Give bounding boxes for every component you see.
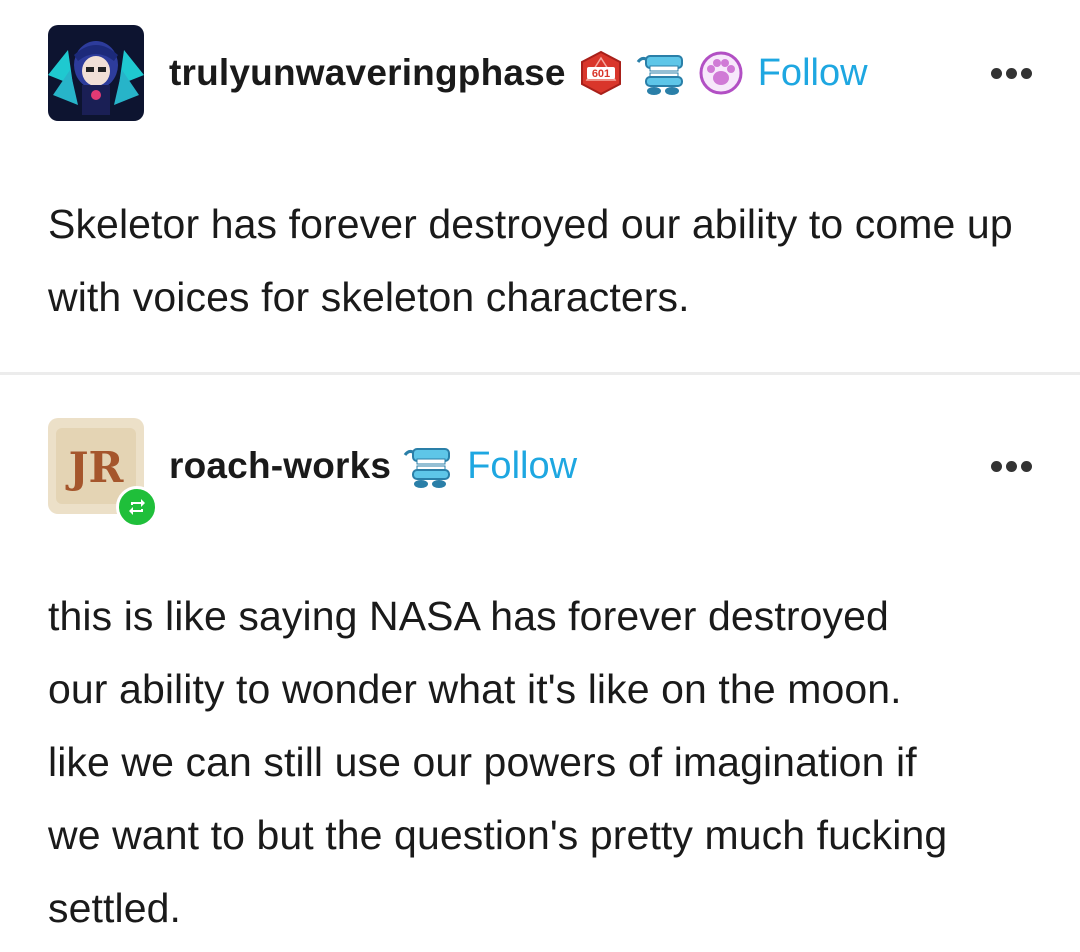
post-original: trulyunwaveringphase 601 Follow Skeletor…: [0, 0, 1080, 372]
d20-badge-icon[interactable]: 601: [578, 50, 624, 96]
avatar[interactable]: [48, 25, 144, 121]
post-header: trulyunwaveringphase 601 Follow: [48, 25, 868, 121]
follow-button[interactable]: Follow: [467, 445, 577, 488]
post-body: this is like saying NASA has forever des…: [48, 593, 948, 931]
more-options-icon[interactable]: [991, 68, 1032, 79]
post-body: Skeletor has forever destroyed our abili…: [48, 201, 1013, 320]
avatar[interactable]: JR: [48, 418, 158, 528]
avatar-image: [48, 25, 144, 121]
chattering-teeth-badge-icon[interactable]: [636, 50, 686, 96]
reblog-icon: [116, 486, 158, 528]
paw-print-badge-icon[interactable]: [698, 50, 744, 96]
more-options-icon[interactable]: [991, 461, 1032, 472]
username[interactable]: roach-works: [169, 445, 391, 487]
post-reblog: JR roach-works Follow this is like sayin…: [0, 375, 1080, 952]
post-header: JR roach-works Follow: [48, 418, 577, 528]
chattering-teeth-badge-icon[interactable]: [403, 443, 453, 489]
follow-button[interactable]: Follow: [758, 52, 868, 95]
d20-badge-label: 601: [592, 68, 610, 80]
avatar-lettering: JR: [65, 443, 125, 492]
username[interactable]: trulyunwaveringphase: [169, 52, 566, 94]
